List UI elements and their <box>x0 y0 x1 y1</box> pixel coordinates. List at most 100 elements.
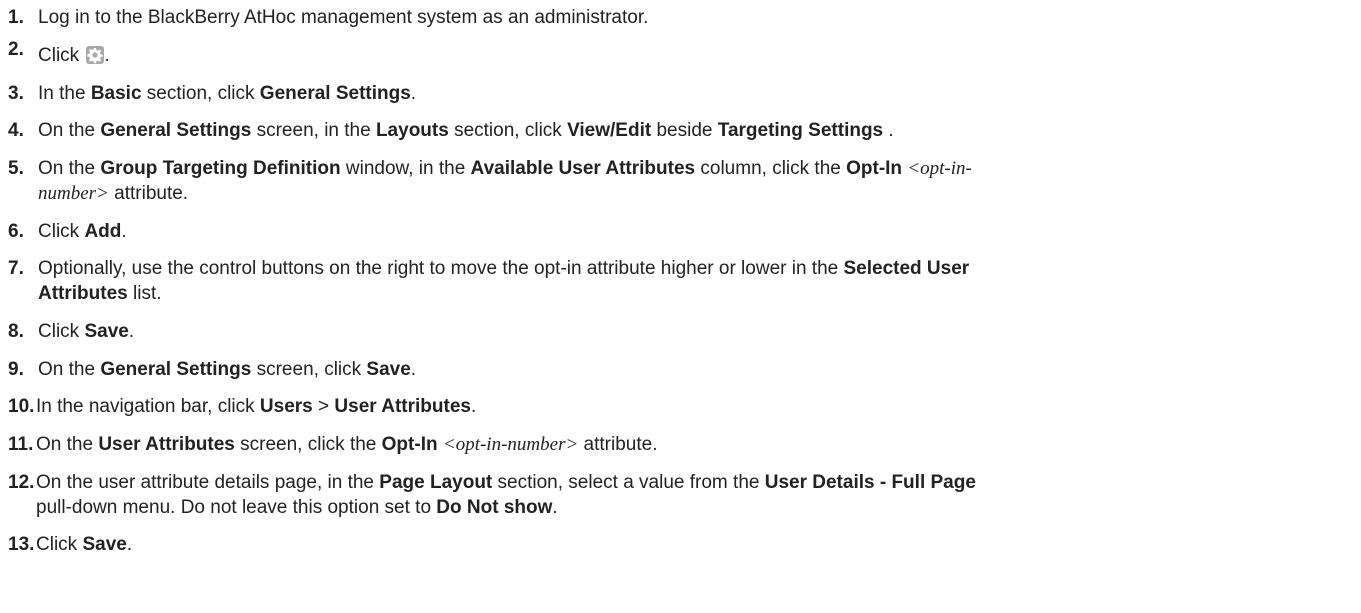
step-13: 13. Click Save. <box>8 532 1348 557</box>
step-text: Click Save. <box>8 319 1348 344</box>
step-9: 9. On the General Settings screen, click … <box>8 357 1348 382</box>
step-2: 2. Click . <box>8 39 1348 68</box>
ui-term: Basic <box>90 83 142 104</box>
ui-term: Save <box>82 534 127 555</box>
step-text-run: On the <box>36 434 99 455</box>
ui-term: Page Layout <box>379 472 493 493</box>
step-text-run: In the navigation bar, click <box>36 396 260 417</box>
placeholder-term: <opt-in- <box>907 158 972 179</box>
ui-term: Opt-In <box>381 434 438 455</box>
step-text-run: . <box>410 83 417 104</box>
ui-term: User Attributes <box>98 434 235 455</box>
step-text-run: . <box>883 120 894 141</box>
step-number: 3. <box>8 83 24 104</box>
step-text-run: On the <box>38 120 101 141</box>
step-text-run: section, click <box>141 83 260 104</box>
step-text-run: window, in the <box>340 158 471 179</box>
step-text-run: Click <box>38 321 85 342</box>
ui-term: Available User Attributes <box>470 158 696 179</box>
ui-term: View/Edit <box>567 120 652 141</box>
ui-term: General Settings <box>259 83 411 104</box>
ui-term: General Settings <box>100 359 252 380</box>
step-text-run: attribute. <box>578 434 658 455</box>
step-text-run: . <box>470 396 477 417</box>
ui-term: User Details - Full Page <box>764 472 976 493</box>
ui-term: Do Not show <box>436 497 553 518</box>
placeholder-term: <opt-in-number> <box>442 434 579 455</box>
step-number: 13. <box>8 534 35 555</box>
step-text: Click Add. <box>8 219 1348 244</box>
step-12: 12. On the user attribute details page, i… <box>8 470 1348 520</box>
step-8: 8. Click Save. <box>8 319 1348 344</box>
step-text-run: . <box>552 497 558 518</box>
step-text-run: > <box>312 396 335 417</box>
step-3: 3. In the Basic section, click General Se… <box>8 81 1348 106</box>
step-text-run: . <box>410 359 417 380</box>
step-text: Click Save. <box>8 532 1348 557</box>
step-text-run: column, click the <box>695 158 847 179</box>
step-4: 4. On the General Settings screen, in the… <box>8 118 1348 143</box>
step-text-run: On the <box>38 158 101 179</box>
step-text-run: . <box>128 321 135 342</box>
step-text: On the user attribute details page, in t… <box>8 470 1348 520</box>
ui-term: Selected User <box>843 258 970 279</box>
step-text: Click . <box>8 43 1348 68</box>
step-text: On the General Settings screen, click Sa… <box>8 357 1348 382</box>
step-text-run: On the user attribute details page, in t… <box>36 472 380 493</box>
step-text-run: On the <box>38 359 101 380</box>
step-number: 4. <box>8 120 24 141</box>
ui-term: Save <box>366 359 411 380</box>
step-text-run: screen, click <box>251 359 367 380</box>
step-text: On the General Settings screen, in the L… <box>8 118 1348 143</box>
step-text: On the User Attributes screen, click the… <box>8 432 1348 457</box>
ui-term: User Attributes <box>334 396 471 417</box>
step-text-run: . <box>104 45 110 66</box>
step-text: Optionally, use the control buttons on t… <box>8 256 1348 306</box>
step-text: In the Basic section, click General Sett… <box>8 81 1348 106</box>
step-number: 8. <box>8 321 24 342</box>
step-text-run: Optionally, use the control buttons on t… <box>38 258 844 279</box>
gear-icon <box>86 46 105 64</box>
step-text-run: beside <box>651 120 718 141</box>
step-text-run: In the <box>38 83 91 104</box>
step-number: 12. <box>8 472 35 493</box>
step-text-run: screen, click the <box>234 434 382 455</box>
step-number: 10. <box>8 396 35 417</box>
step-number: 1. <box>8 7 24 28</box>
step-text-run: . <box>126 534 133 555</box>
ui-term: Group Targeting Definition <box>100 158 341 179</box>
ui-term: Add <box>84 221 122 242</box>
step-text-run: screen, in the <box>251 120 376 141</box>
step-text: In the navigation bar, click Users > Use… <box>8 394 1348 419</box>
step-text-run: attribute. <box>108 183 189 204</box>
ui-term: Save <box>84 321 129 342</box>
step-number: 7. <box>8 258 24 279</box>
ui-term: Users <box>259 396 313 417</box>
step-text-run: section, select a value from the <box>492 472 765 493</box>
step-text-run: Click <box>38 221 85 242</box>
ui-term: Opt-In <box>846 158 903 179</box>
step-number: 9. <box>8 359 24 380</box>
step-number: 11. <box>8 434 34 455</box>
ui-term: Targeting Settings <box>717 120 884 141</box>
step-number: 5. <box>8 158 24 179</box>
step-number: 6. <box>8 221 24 242</box>
step-11: 11. On the User Attributes screen, click … <box>8 432 1348 457</box>
step-text-run: section, click <box>448 120 568 141</box>
step-1: 1. Log in to the BlackBerry AtHoc managem… <box>8 5 1348 30</box>
step-text: Log in to the BlackBerry AtHoc managemen… <box>8 5 1348 30</box>
step-10: 10. In the navigation bar, click Users > … <box>8 394 1348 419</box>
step-number: 2. <box>8 39 24 60</box>
step-text-run: list. <box>127 283 162 304</box>
step-text-run: Log in to the BlackBerry AtHoc managemen… <box>38 7 649 28</box>
ui-term: General Settings <box>100 120 252 141</box>
step-6: 6. Click Add. <box>8 219 1348 244</box>
step-text-run: pull-down menu. Do not leave this option… <box>36 497 437 518</box>
ui-term: Layouts <box>375 120 449 141</box>
step-text-run: Click <box>38 45 85 66</box>
step-text-run: Click <box>36 534 83 555</box>
step-5: 5. On the Group Targeting Definition wind… <box>8 156 1348 206</box>
ui-term: Attributes <box>38 283 128 304</box>
placeholder-term: number> <box>38 183 109 204</box>
step-text: On the Group Targeting Definition window… <box>8 156 1348 206</box>
